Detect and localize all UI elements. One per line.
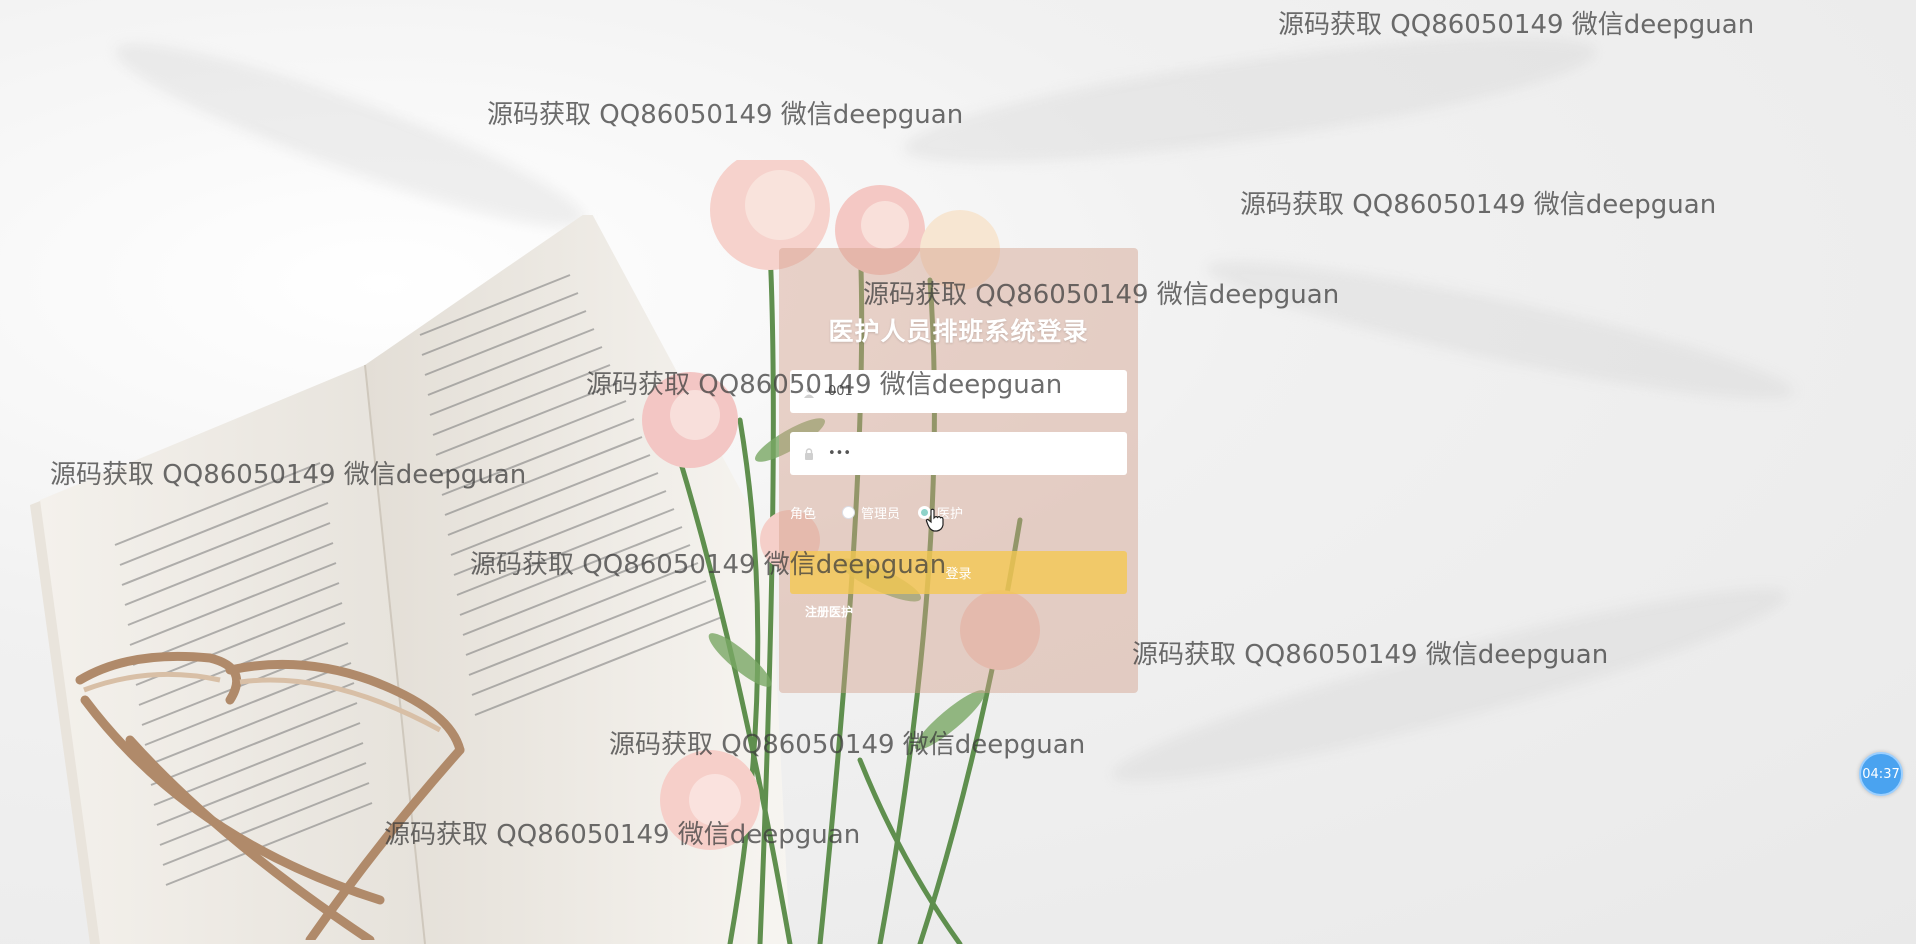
role-radio-admin[interactable]: 管理员 xyxy=(842,503,900,522)
timer-badge[interactable]: 04:37 xyxy=(1859,752,1903,796)
login-panel: 医护人员排班系统登录 角色 管理员 医护 登录 注册医护 xyxy=(779,248,1138,693)
role-radio-label: 管理员 xyxy=(861,506,901,522)
watermark-text: 源码获取 QQ86050149 微信deepguan xyxy=(1240,190,1717,220)
hand-cursor-icon xyxy=(925,508,944,532)
username-input[interactable] xyxy=(826,383,1110,400)
login-button[interactable]: 登录 xyxy=(790,551,1127,594)
fabric-wrinkle xyxy=(1200,238,1800,422)
eyeglasses-image xyxy=(75,651,465,940)
register-link[interactable]: 注册医护 xyxy=(805,603,853,620)
role-selector: 角色 管理员 医护 xyxy=(790,502,981,522)
watermark-text: 源码获取 QQ86050149 微信deepguan xyxy=(1278,10,1755,40)
password-input[interactable] xyxy=(826,445,1110,462)
radio-dot[interactable] xyxy=(842,505,856,519)
fabric-wrinkle xyxy=(1102,560,1798,810)
login-title: 医护人员排班系统登录 xyxy=(828,317,1089,346)
user-icon xyxy=(802,385,816,399)
lock-icon xyxy=(802,447,816,461)
login-page: 医护人员排班系统登录 角色 管理员 医护 登录 注册医护 xyxy=(0,0,1916,944)
watermark-text: 源码获取 QQ86050149 微信deepguan xyxy=(487,100,964,130)
password-field[interactable] xyxy=(790,432,1127,475)
role-label: 角色 xyxy=(790,506,817,522)
username-field[interactable] xyxy=(790,370,1127,413)
